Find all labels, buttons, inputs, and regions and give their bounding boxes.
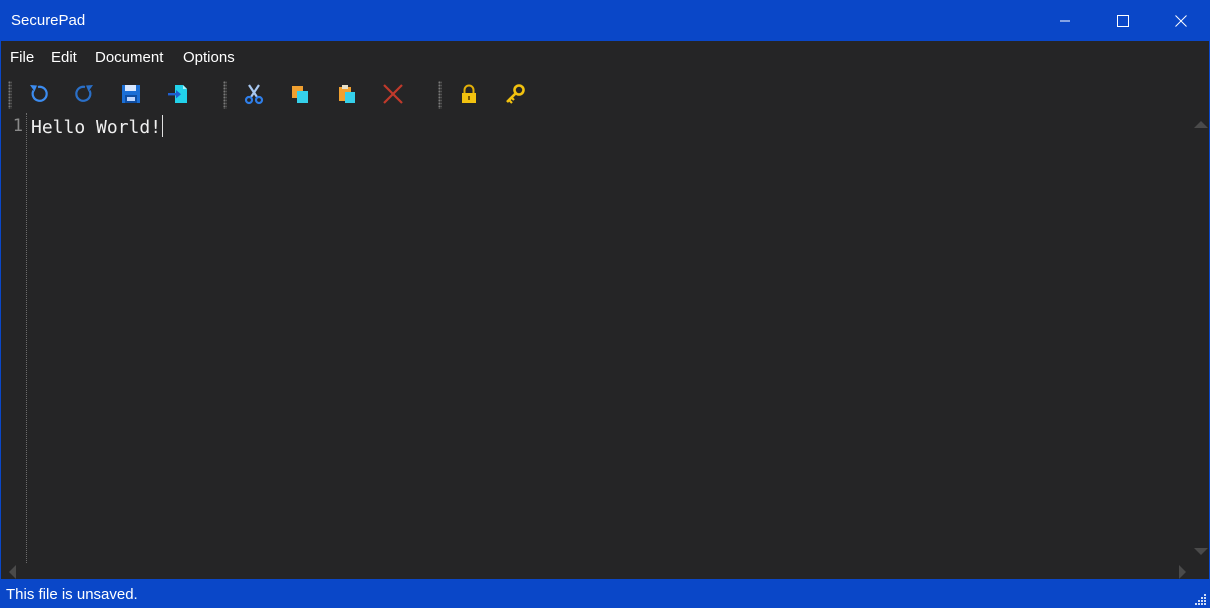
scroll-down-arrow-icon[interactable] (1194, 548, 1208, 555)
close-icon (1175, 15, 1187, 27)
copy-button[interactable] (287, 81, 313, 107)
maximize-icon (1117, 15, 1129, 27)
export-icon (168, 85, 187, 103)
minimize-icon (1060, 20, 1070, 22)
securepad-window: SecurePad File Edit Document Options 1 H… (0, 0, 1210, 608)
editor-line[interactable]: Hello World! (31, 115, 164, 138)
title-bar[interactable]: SecurePad (1, 1, 1209, 41)
toolbar-grip[interactable] (8, 81, 12, 109)
status-bar: This file is unsaved. (1, 579, 1209, 607)
line-number: 1 (12, 116, 23, 136)
editor-line-text: Hello World! (31, 117, 162, 138)
save-icon (122, 85, 140, 103)
scroll-right-arrow-icon[interactable] (1179, 565, 1186, 579)
save-button[interactable] (118, 81, 144, 107)
line-number-gutter: 1 (1, 113, 27, 563)
key-button[interactable] (502, 81, 528, 107)
menu-bar: File Edit Document Options (1, 41, 1209, 75)
menu-options[interactable]: Options (183, 49, 235, 66)
copy-icon (292, 86, 308, 103)
toolbar-grip[interactable] (438, 81, 442, 109)
scroll-left-arrow-icon[interactable] (9, 565, 16, 579)
close-button[interactable] (1152, 1, 1210, 41)
window-title: SecurePad (11, 12, 86, 29)
resize-grip-icon[interactable] (1195, 593, 1207, 605)
lock-button[interactable] (456, 81, 482, 107)
paste-icon (339, 85, 355, 103)
delete-button[interactable] (380, 81, 406, 107)
redo-button[interactable] (72, 81, 98, 107)
undo-button[interactable] (25, 81, 51, 107)
scroll-up-arrow-icon[interactable] (1194, 121, 1208, 128)
menu-file[interactable]: File (10, 49, 34, 66)
cut-icon (244, 84, 264, 105)
export-button[interactable] (165, 81, 191, 107)
menu-edit[interactable]: Edit (51, 49, 77, 66)
minimize-button[interactable] (1036, 1, 1094, 41)
text-caret (162, 115, 164, 137)
delete-icon (383, 84, 403, 104)
toolbar (1, 75, 1209, 113)
lock-icon (462, 84, 476, 103)
toolbar-grip[interactable] (223, 81, 227, 109)
cut-button[interactable] (241, 81, 267, 107)
redo-icon (75, 85, 93, 102)
status-text: This file is unsaved. (6, 586, 138, 603)
undo-icon (30, 85, 48, 102)
menu-document[interactable]: Document (95, 49, 163, 66)
maximize-button[interactable] (1094, 1, 1152, 41)
paste-button[interactable] (334, 81, 360, 107)
key-icon (506, 84, 525, 104)
text-editor[interactable]: 1 Hello World! (1, 113, 1209, 579)
